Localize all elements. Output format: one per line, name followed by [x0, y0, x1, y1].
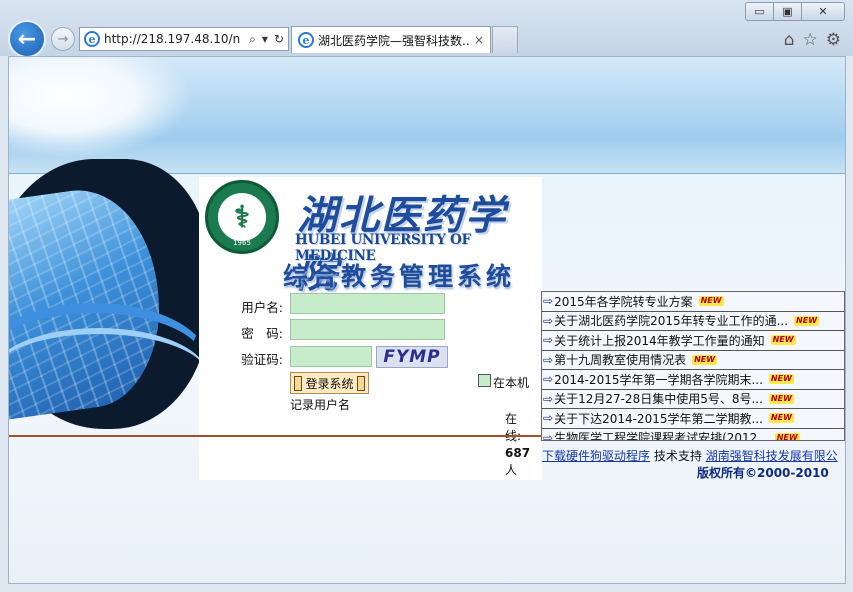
copyright-text: 版权所有©2000-2010 [697, 466, 829, 480]
news-title[interactable]: 2014-2015学年第一学期各学院期末... [554, 371, 763, 388]
gear-icon[interactable]: ⚙ [826, 30, 841, 50]
online-counter: 在线: 687 人 [505, 411, 530, 479]
remember-username-label: 记录用户名 [290, 398, 351, 412]
footer-links: 下载硬件狗驱动程序 技术支持 湖南强智科技发展有限公 [542, 447, 838, 464]
online-suffix: 人 [505, 463, 518, 477]
captcha-input[interactable] [290, 346, 372, 367]
system-title: 综合教务管理系统 [283, 262, 516, 291]
arrow-right-icon: ⇨ [543, 372, 554, 387]
online-count: 687 [505, 446, 531, 460]
cloud-image [9, 57, 189, 157]
news-title[interactable]: 生物医学工程学院课程考试安排(2012... [554, 429, 769, 440]
address-tools: ⌕ ▾ ↻ [249, 32, 288, 47]
news-title[interactable]: 关于统计上报2014年教学工作量的通知 [554, 332, 765, 349]
news-list: ⇨ 2015年各学院转专业方案 NEW ⇨ 关于湖北医药学院2015年转专业工作的通.… [541, 291, 845, 441]
button-decoration-icon [294, 375, 303, 391]
captcha-label: 验证码: [241, 352, 283, 367]
tab-title: 湖北医药学院—强智科技数... [318, 33, 470, 48]
arrow-right-icon: ⇨ [543, 391, 554, 406]
new-badge: NEW [698, 296, 724, 307]
dropdown-icon[interactable]: ▾ [262, 32, 268, 47]
button-decoration-icon [356, 375, 365, 391]
support-label: 技术支持 [653, 449, 702, 463]
news-item[interactable]: ⇨ 2015年各学院转专业方案 NEW [542, 292, 844, 312]
caduceus-icon: ⚕ [216, 191, 268, 243]
news-item[interactable]: ⇨ 2014-2015学年第一学期各学院期末... NEW [542, 370, 844, 390]
news-title[interactable]: 关于湖北医药学院2015年转专业工作的通... [554, 312, 788, 329]
window-controls: ▭ ▣ ✕ [745, 2, 845, 21]
login-button-label: 登录系统 [305, 376, 354, 391]
captcha-image[interactable]: FYMP [376, 346, 448, 368]
news-item[interactable]: ⇨ 第十九周教室使用情况表 NEW [542, 351, 844, 370]
ie-icon: e [298, 32, 314, 48]
news-item[interactable]: ⇨ 关于统计上报2014年教学工作量的通知 NEW [542, 331, 844, 351]
arrow-right-icon: ⇨ [543, 294, 554, 309]
news-title[interactable]: 关于12月27-28日集中使用5号、8号... [554, 390, 763, 407]
news-title[interactable]: 关于下达2014-2015学年第二学期教... [554, 410, 763, 427]
refresh-icon[interactable]: ↻ [274, 32, 284, 47]
building-image [9, 153, 201, 433]
browser-tab[interactable]: e 湖北医药学院—强智科技数... × [291, 26, 491, 53]
back-button[interactable]: ← [8, 20, 46, 58]
page-content: ⚕ 1965 湖北医药学院 HUBEI UNIVERSITY OF MEDICI… [8, 56, 846, 584]
logo-year: 1965 [233, 239, 251, 247]
password-label: 密 码: [241, 326, 283, 341]
login-button[interactable]: 登录系统 [290, 372, 369, 394]
arrow-right-icon: → [57, 31, 69, 47]
close-tab-icon[interactable]: × [474, 33, 484, 47]
local-checkbox[interactable] [478, 374, 491, 387]
news-item[interactable]: ⇨ 关于湖北医药学院2015年转专业工作的通... NEW [542, 312, 844, 331]
password-input[interactable] [290, 319, 445, 340]
username-label: 用户名: [241, 300, 283, 315]
close-window-button[interactable]: ✕ [802, 3, 844, 20]
news-title[interactable]: 第十九周教室使用情况表 [554, 351, 686, 368]
address-bar[interactable]: e http://218.197.48.10/n ⌕ ▾ ↻ [79, 27, 289, 51]
minimize-button[interactable]: ▭ [746, 3, 774, 20]
news-item[interactable]: ⇨ 关于12月27-28日集中使用5号、8号... NEW [542, 390, 844, 409]
arrow-right-icon: ⇨ [543, 333, 554, 348]
browser-chrome: ▭ ▣ ✕ ← → e http://218.197.48.10/n ⌕ ▾ ↻… [0, 0, 853, 58]
new-badge: NEW [794, 315, 820, 326]
new-badge: NEW [774, 432, 800, 441]
arrow-right-icon: ⇨ [543, 430, 554, 441]
forward-button[interactable]: → [51, 27, 75, 51]
new-badge: NEW [768, 413, 794, 424]
arrow-right-icon: ⇨ [543, 352, 554, 367]
restore-button[interactable]: ▣ [774, 3, 802, 20]
download-driver-link[interactable]: 下载硬件狗驱动程序 [542, 449, 650, 463]
new-tab-button[interactable] [492, 26, 518, 53]
arrow-left-icon: ← [17, 26, 37, 52]
news-item[interactable]: ⇨ 关于下达2014-2015学年第二学期教... NEW [542, 409, 844, 429]
address-url[interactable]: http://218.197.48.10/n [104, 32, 249, 46]
arrow-right-icon: ⇨ [543, 313, 554, 328]
news-item[interactable]: ⇨ 生物医学工程学院课程考试安排(2012... NEW [542, 429, 844, 441]
new-badge: NEW [692, 354, 718, 365]
local-checkbox-label: 在本机 [493, 376, 530, 390]
toolbar-icons: ⌂ ☆ ⚙ [784, 30, 841, 50]
home-icon[interactable]: ⌂ [784, 30, 795, 50]
username-input[interactable] [290, 293, 445, 314]
favorites-icon[interactable]: ☆ [803, 30, 818, 50]
new-badge: NEW [770, 335, 796, 346]
ie-icon: e [84, 31, 100, 47]
search-icon[interactable]: ⌕ [249, 32, 256, 47]
online-prefix: 在线: [505, 412, 521, 443]
university-logo: ⚕ 1965 [205, 180, 279, 254]
company-link[interactable]: 湖南强智科技发展有限公 [706, 449, 838, 463]
arrow-right-icon: ⇨ [543, 411, 554, 426]
news-title[interactable]: 2015年各学院转专业方案 [554, 293, 693, 310]
new-badge: NEW [768, 393, 794, 404]
new-badge: NEW [768, 374, 794, 385]
